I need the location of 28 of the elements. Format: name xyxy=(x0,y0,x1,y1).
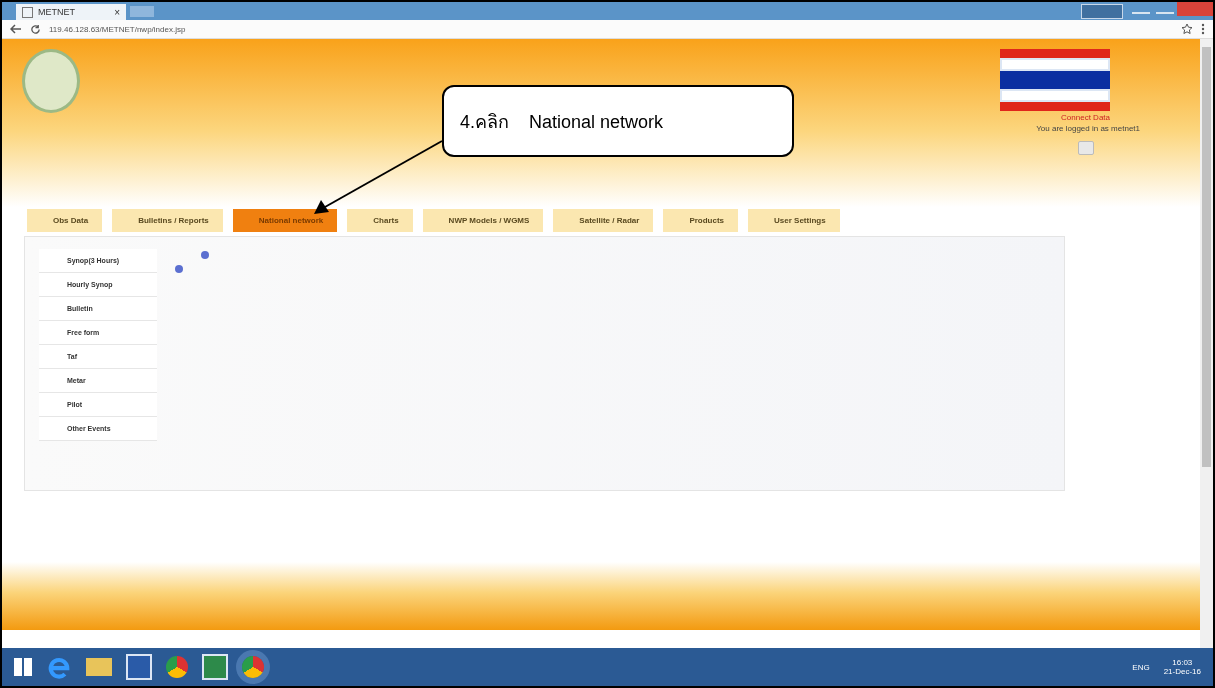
star-icon[interactable] xyxy=(1181,23,1193,35)
callout-box: 4.คลิก National network xyxy=(442,85,794,157)
scrollbar[interactable] xyxy=(1200,39,1213,648)
menu-tab[interactable]: User Settings xyxy=(748,209,840,232)
start-icon[interactable] xyxy=(14,658,32,676)
menu-tab[interactable]: Satellite / Radar xyxy=(553,209,654,232)
menu-tab[interactable]: Products xyxy=(663,209,739,232)
browser-tab[interactable]: METNET × xyxy=(16,4,126,20)
bullet-icon xyxy=(175,265,183,273)
menu-tab[interactable]: Charts xyxy=(347,209,413,232)
language-indicator[interactable]: ENG xyxy=(1132,662,1150,672)
menu-tab[interactable]: Obs Data xyxy=(27,209,103,232)
menu-icon[interactable] xyxy=(1201,23,1205,35)
menu-tab[interactable]: Bulletins / Reports xyxy=(112,209,223,232)
profile-button[interactable] xyxy=(1081,3,1123,19)
login-status: You are logged in as metnet1 xyxy=(1036,124,1140,133)
close-tab-button[interactable]: × xyxy=(114,6,120,18)
back-icon[interactable] xyxy=(10,24,22,34)
tab-title: METNET xyxy=(38,7,75,17)
document-app-icon[interactable] xyxy=(126,654,152,680)
thai-flag-icon xyxy=(1000,49,1110,111)
page-icon xyxy=(22,6,33,18)
spreadsheet-app-icon[interactable] xyxy=(202,654,228,680)
bullet-icon xyxy=(201,251,209,259)
header-link[interactable]: Connect Data xyxy=(1061,113,1110,122)
reload-icon[interactable] xyxy=(30,23,41,35)
menu-tab[interactable]: NWP Models / WGMS xyxy=(422,209,544,232)
clock[interactable]: 16:03 21-Dec-16 xyxy=(1163,658,1201,676)
